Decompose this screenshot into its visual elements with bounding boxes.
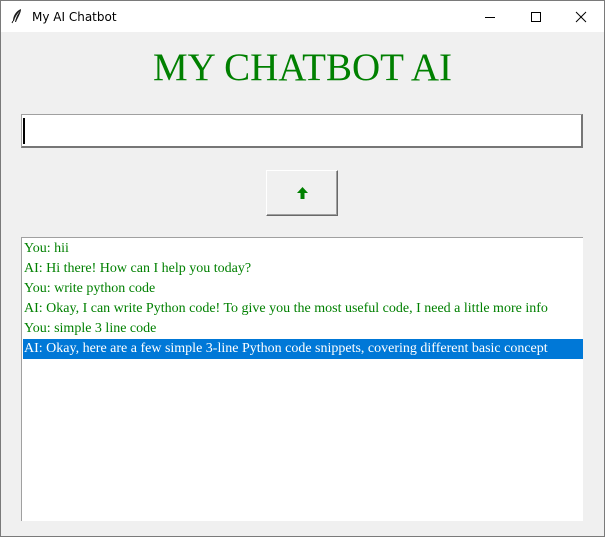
send-button[interactable]: [266, 170, 338, 216]
close-icon: [575, 11, 587, 23]
maximize-icon: [531, 12, 541, 22]
chat-line[interactable]: You: write python code: [23, 279, 583, 299]
maximize-button[interactable]: [513, 1, 559, 32]
chat-log[interactable]: You: hii AI: Hi there! How can I help yo…: [21, 237, 583, 521]
feather-icon: [9, 8, 25, 24]
close-button[interactable]: [558, 1, 604, 32]
page-title: MY CHATBOT AI: [152, 46, 453, 89]
title-bar[interactable]: My AI Chatbot: [1, 1, 604, 32]
text-caret: [23, 118, 25, 144]
window-title: My AI Chatbot: [32, 10, 117, 24]
chat-line[interactable]: You: hii: [23, 239, 583, 259]
chat-line-selected[interactable]: AI: Okay, here are a few simple 3-line P…: [23, 339, 583, 359]
minimize-icon: [485, 17, 495, 18]
chat-line[interactable]: AI: Okay, I can write Python code! To gi…: [23, 299, 583, 319]
chat-line[interactable]: AI: Hi there! How can I help you today?: [23, 259, 583, 279]
arrow-up-icon: [297, 187, 308, 199]
message-input[interactable]: [21, 114, 583, 148]
minimize-button[interactable]: [467, 1, 513, 32]
chat-line[interactable]: You: simple 3 line code: [23, 319, 583, 339]
app-window: My AI Chatbot MY CHATBOT AI You: hii AI:…: [0, 0, 605, 537]
